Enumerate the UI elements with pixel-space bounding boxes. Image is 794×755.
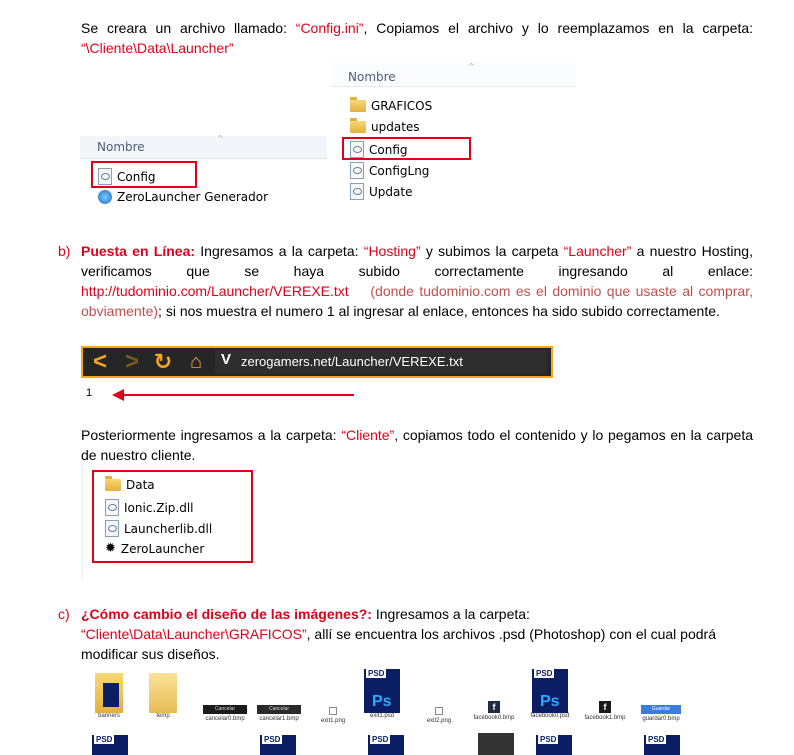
browser-toolbar: < > ↻ ⌂ V zerogamers.net/Launcher/VEREXE…	[81, 346, 553, 378]
home-button[interactable]: ⌂	[183, 348, 209, 376]
sort-arrow-icon: ^	[217, 134, 224, 143]
reload-button[interactable]: ↻	[149, 348, 177, 376]
folder-row-graficos[interactable]: GRAFICOS	[350, 97, 432, 113]
browser-logo-icon: V	[221, 351, 232, 368]
folder-icon	[95, 673, 123, 713]
column-header-nombre[interactable]: Nombre	[348, 70, 396, 84]
thumb-cancelar1[interactable]: Cancelar cancelar1.bmp	[254, 705, 304, 722]
facebook-icon: f	[488, 701, 500, 713]
thumb-exit2-png[interactable]: exit2.png	[422, 707, 456, 724]
file-row-update[interactable]: Update	[350, 183, 412, 200]
thumb-facebook0-bmp[interactable]: f facebook0.bmp	[472, 701, 516, 721]
thumb-banners[interactable]: banners	[92, 673, 126, 719]
photoshop-icon: PSD Ps	[364, 669, 400, 713]
arrow-line	[122, 394, 354, 396]
page-output-value: 1	[86, 387, 93, 399]
photoshop-icon: PSD	[368, 735, 404, 755]
photoshop-icon: PSD	[536, 735, 572, 755]
thumb-guardar0-bmp[interactable]: Guardar guardar0.bmp	[638, 705, 684, 722]
address-text: zerogamers.net/Launcher/VEREXE.txt	[241, 354, 463, 369]
address-bar[interactable]: V zerogamers.net/Launcher/VEREXE.txt	[215, 350, 547, 374]
forward-button[interactable]: >	[119, 348, 145, 376]
image-icon	[329, 707, 337, 715]
config-file-icon	[350, 183, 364, 200]
photoshop-icon: PSD	[644, 735, 680, 755]
facebook-icon: f	[599, 701, 611, 713]
photoshop-icon: PSD	[260, 735, 296, 755]
thumb-cancelar0[interactable]: Cancelar cancelar0.bmp	[200, 705, 250, 722]
section-b-paragraph: Puesta en Línea: Ingresamos a la carpeta…	[81, 243, 753, 319]
column-header-nombre[interactable]: Nombre	[97, 140, 145, 154]
thumb-temp[interactable]: temp	[146, 673, 180, 719]
thumb-facebook1-bmp[interactable]: f facebook1.bmp	[582, 701, 628, 721]
section-c-paragraph: ¿Cómo cambio el diseño de las imágenes?:…	[81, 606, 716, 662]
cliente-paragraph: Posteriormente ingresamos a la carpeta: …	[81, 427, 754, 463]
image-icon	[435, 707, 443, 715]
folder-row-updates[interactable]: updates	[350, 118, 420, 134]
file-row-configlng[interactable]: ConfigLng	[350, 162, 429, 179]
highlight-box	[91, 161, 197, 188]
photoshop-icon: PSD Ps	[532, 669, 568, 713]
section-b-marker: b)	[58, 243, 71, 259]
generator-icon	[98, 190, 112, 204]
thumb-exit1-psd[interactable]: PSD Ps exit1.psd	[360, 669, 404, 719]
verexe-link[interactable]: http://tudominio.com/Launcher/VEREXE.txt	[81, 283, 349, 299]
photoshop-icon: PSD	[92, 735, 128, 755]
folder-icon	[149, 673, 177, 713]
sort-arrow-icon: ^	[468, 62, 475, 71]
image-thumbnail	[478, 733, 514, 755]
back-button[interactable]: <	[87, 348, 113, 376]
thumb-exit1-png[interactable]: exit1.png	[316, 707, 350, 724]
arrow-head-icon	[112, 389, 124, 401]
folder-icon	[350, 118, 366, 133]
file-row-zerolauncher-generador[interactable]: ZeroLauncher Generador	[98, 190, 268, 204]
section-c-marker: c)	[58, 606, 70, 622]
config-file-icon	[350, 162, 364, 179]
graficos-thumbnail-grid: banners temp Cancelar cancelar0.bmp Canc…	[82, 667, 686, 755]
highlight-box	[342, 137, 471, 160]
highlight-box	[92, 470, 253, 563]
folder-icon	[350, 97, 366, 112]
thumb-facebook0-psd[interactable]: PSD Ps facebook0.psd	[528, 669, 572, 719]
intro-paragraph: Se creara un archivo llamado: “Config.in…	[81, 20, 754, 56]
